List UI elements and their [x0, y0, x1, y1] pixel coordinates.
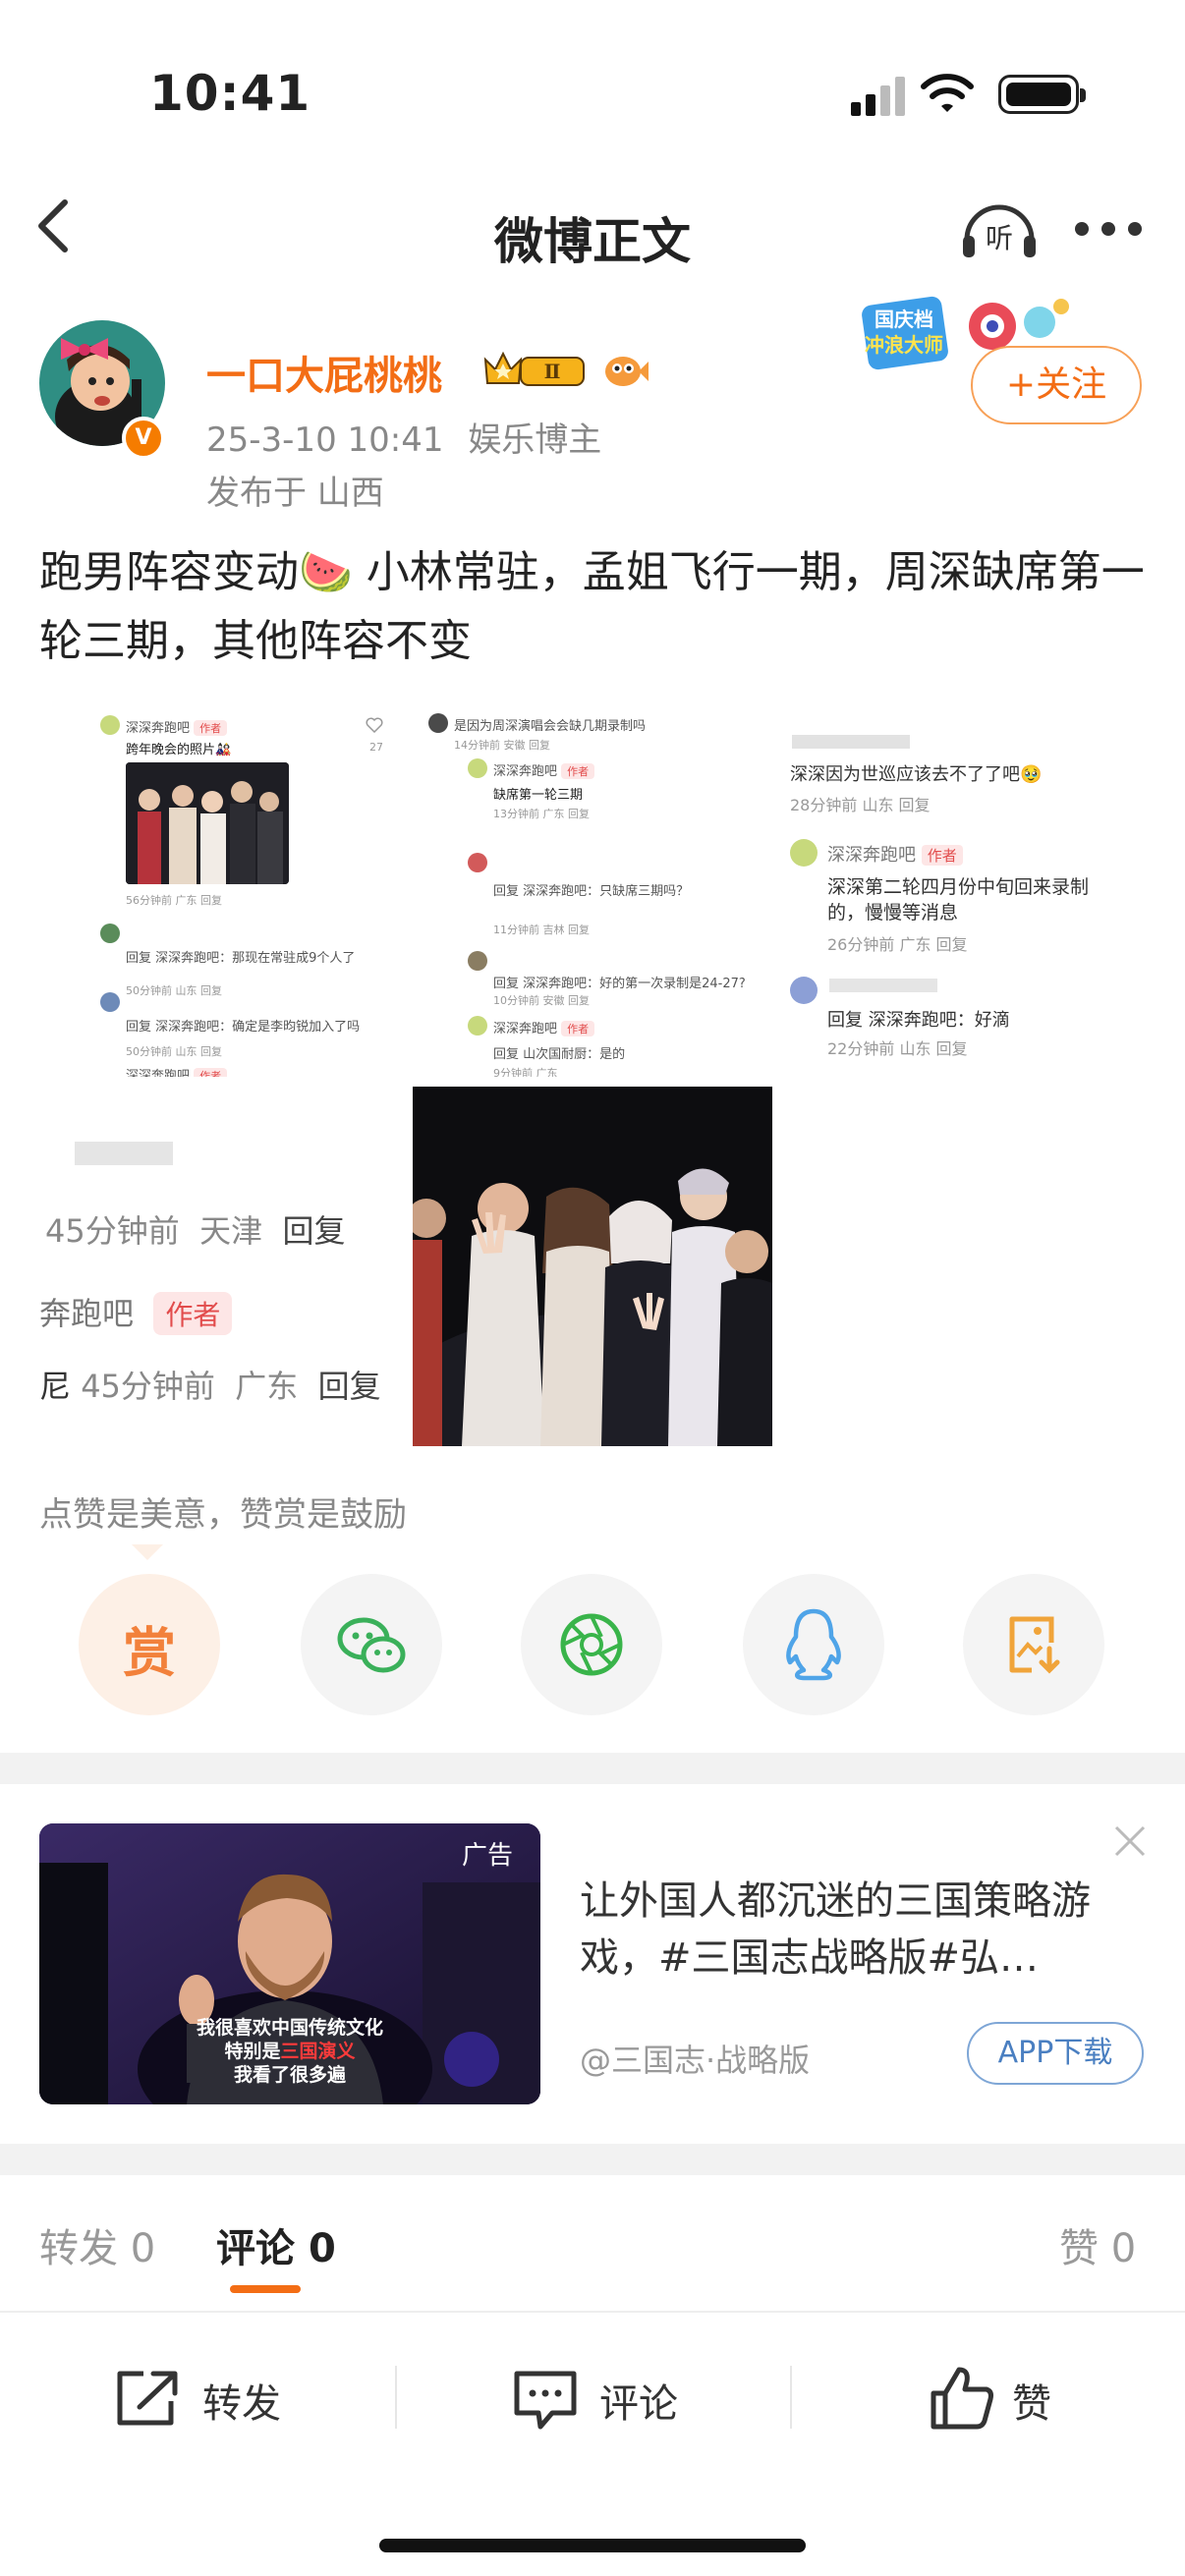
save-image-icon — [1009, 1616, 1060, 1674]
comment-photo — [126, 762, 289, 884]
comment-avatar — [790, 977, 818, 1004]
like-button[interactable]: 赞 — [928, 2354, 1085, 2442]
app-download-button[interactable]: APP下载 — [967, 2022, 1144, 2085]
comment-button[interactable]: 评论 — [505, 2354, 702, 2442]
cellular-signal-icon — [851, 77, 905, 116]
level-crown-icon: Ⅱ — [483, 351, 585, 386]
svg-text:冲浪大师: 冲浪大师 — [865, 333, 943, 357]
battery-icon — [998, 75, 1086, 114]
reward-pointer — [132, 1544, 163, 1560]
tabs-divider — [0, 2311, 1185, 2313]
post-text: 跑男阵容变动🍉 小林常驻，孟姐飞行一期，周深缺席第一轮三期，其他阵容不变 — [39, 547, 1145, 666]
wifi-icon — [921, 74, 974, 112]
reward-button[interactable]: 赏 — [79, 1574, 220, 1715]
home-indicator — [379, 2539, 806, 2552]
fan-badge-icon — [605, 357, 649, 386]
section-divider — [0, 1753, 1185, 1784]
comment-avatar — [790, 839, 818, 867]
like-icon — [366, 717, 383, 733]
comment-avatar — [468, 758, 487, 778]
save-image-button[interactable] — [963, 1574, 1104, 1715]
reward-prompt: 点赞是美意，赞赏是鼓励 — [39, 1495, 407, 1535]
share-qq-button[interactable] — [743, 1574, 884, 1715]
repost-icon — [117, 2371, 178, 2426]
comment-avatar — [468, 951, 487, 971]
tab-repost[interactable]: 转发 0 — [39, 2216, 155, 2273]
comment-avatar — [100, 992, 120, 1012]
repost-button[interactable]: 转发 — [108, 2354, 305, 2442]
post-image-5[interactable] — [413, 1087, 772, 1446]
share-moments-button[interactable] — [521, 1574, 662, 1715]
svg-text:Ⅱ: Ⅱ — [544, 360, 561, 383]
post-meta: 25-3-10 10:41 娱乐博主 — [206, 413, 601, 461]
more-options-icon[interactable] — [1075, 218, 1144, 238]
close-icon[interactable] — [1110, 1821, 1150, 1861]
ad-title[interactable]: 让外国人都沉迷的三国策略游戏，#三国志战略版#弘… — [580, 1873, 1130, 1987]
bar-separator — [395, 2366, 397, 2429]
bar-separator — [790, 2366, 792, 2429]
svg-text:国庆档: 国庆档 — [875, 308, 933, 331]
post-image-4[interactable]: 45分钟前 天津 回复 奔跑吧 作者 尼 45分钟前 广东 回复 — [39, 1087, 399, 1446]
ad-tag: 广告 — [462, 1841, 514, 1871]
wechat-icon — [337, 1617, 406, 1673]
verified-badge: V — [122, 417, 165, 460]
share-wechat-button[interactable] — [301, 1574, 442, 1715]
follow-button[interactable]: +关注 — [971, 346, 1142, 424]
tab-like[interactable]: 赞 0 — [1059, 2216, 1136, 2273]
post-date: 25-3-10 10:41 — [206, 420, 444, 460]
ad-source: @三国志·战略版 — [580, 2042, 811, 2079]
post-image-3[interactable]: 深深因为世巡应该去不了了吧🥹 28分钟前 山东 回复 深深奔跑吧 作者 深深第二… — [786, 707, 1146, 1077]
author-name[interactable]: 一口大屁桃桃 — [206, 344, 442, 401]
blurred-username — [75, 1142, 173, 1165]
thumbs-up-icon — [931, 2367, 993, 2430]
moments-aperture-icon — [560, 1613, 623, 1676]
ad-subtitles: 我很喜欢中国传统文化 特别是三国演义 我看了很多遍 — [196, 2017, 383, 2086]
qq-penguin-icon — [786, 1608, 841, 1681]
svg-text:听: 听 — [986, 222, 1013, 254]
author-category: 娱乐博主 — [468, 420, 602, 460]
active-tab-indicator — [230, 2285, 301, 2293]
comment-avatar — [428, 713, 448, 733]
listen-headphones-icon[interactable]: 听 — [959, 196, 1040, 261]
post-location: 发布于 山西 — [206, 474, 384, 513]
section-divider — [0, 2144, 1185, 2175]
blurred-username — [792, 735, 910, 749]
comment-avatar — [468, 1016, 487, 1036]
comment-icon — [514, 2371, 577, 2430]
comment-avatar — [468, 853, 487, 872]
comment-avatar — [100, 924, 120, 943]
comment-avatar — [100, 715, 120, 735]
post-image-1[interactable]: 深深奔跑吧 作者 跨年晚会的照片🎎 27 56分钟前 广东 回复 回复 深深奔跑… — [39, 707, 399, 1077]
blurred-username — [829, 979, 937, 992]
post-image-2[interactable]: 是因为周深演唱会会缺几期录制吗 14分钟前 安徽 回复 深深奔跑吧 作者 缺席第… — [413, 707, 772, 1077]
status-time: 10:41 — [149, 65, 311, 122]
tab-comment[interactable]: 评论 0 — [216, 2216, 336, 2273]
